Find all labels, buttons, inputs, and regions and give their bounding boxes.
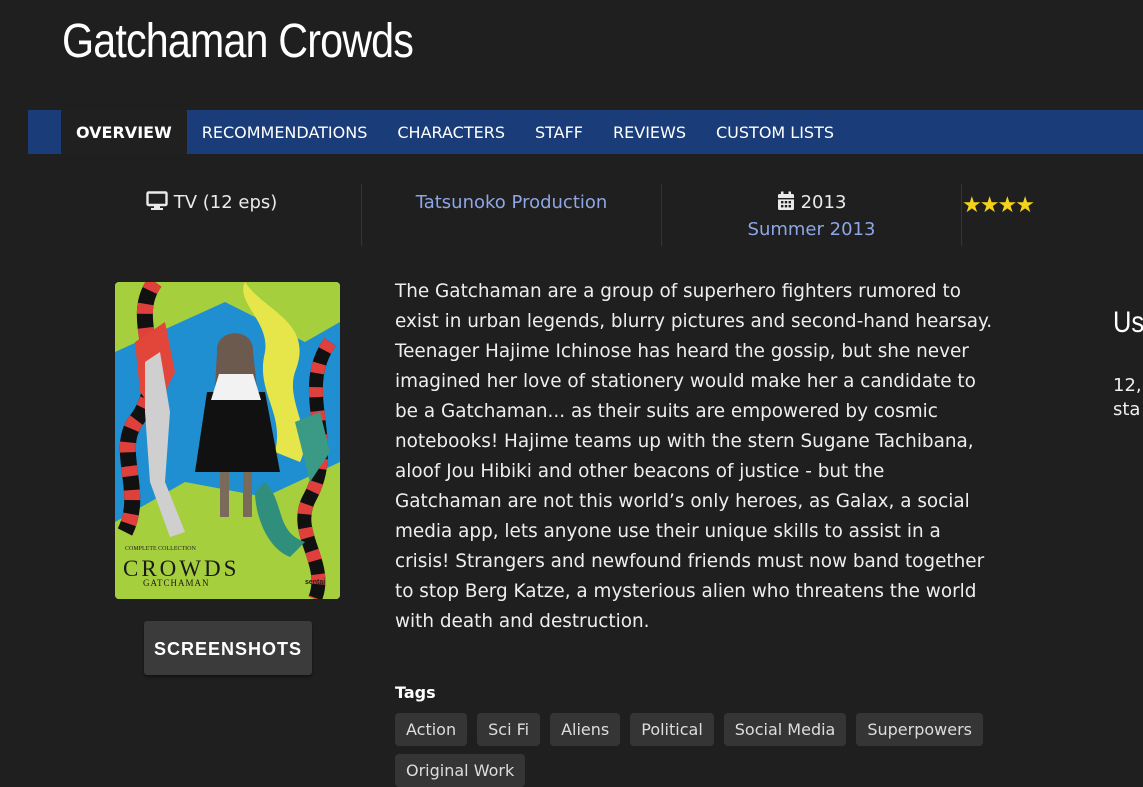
cover-logo-sub: GATCHAMAN: [143, 578, 210, 588]
tags-heading: Tags: [395, 683, 436, 702]
star-icon: ★: [962, 193, 982, 218]
side-panel-heading: Us: [1113, 306, 1143, 339]
tag-action[interactable]: Action: [395, 713, 468, 746]
tag-aliens[interactable]: Aliens: [550, 713, 621, 746]
info-rating: ★★★★: [962, 184, 1143, 246]
synopsis: The Gatchaman are a group of superhero f…: [395, 281, 993, 632]
cover-logo-small: COMPLETE COLLECTION: [125, 546, 196, 552]
screenshots-button[interactable]: SCREENSHOTS: [144, 621, 312, 675]
tv-icon: [146, 191, 168, 218]
rating-stars: ★★★★: [962, 193, 1143, 218]
cover-image: COMPLETE COLLECTION CROWDS GATCHAMAN sen…: [115, 282, 340, 599]
cover-publisher: sentai: [305, 579, 325, 586]
season-link[interactable]: Summer 2013: [748, 219, 876, 240]
calendar-icon: [777, 191, 795, 218]
side-panel-line: 12,: [1113, 375, 1142, 396]
info-studio: Tatsunoko Production: [362, 184, 662, 246]
tag-list: Action Sci Fi Aliens Political Social Me…: [395, 713, 1015, 787]
main-nav: OVERVIEW RECOMMENDATIONS CHARACTERS STAF…: [28, 110, 1143, 154]
info-type: TV (12 eps): [62, 184, 362, 246]
tab-reviews[interactable]: REVIEWS: [598, 110, 701, 154]
star-icon: ★: [1015, 193, 1035, 218]
info-bar: TV (12 eps) Tatsunoko Production 2013 Su…: [62, 184, 1143, 246]
page-title: Gatchaman Crowds: [62, 15, 414, 68]
tab-recommendations[interactable]: RECOMMENDATIONS: [187, 110, 383, 154]
tag-original-work[interactable]: Original Work: [395, 754, 526, 787]
side-panel-line: sta: [1113, 399, 1141, 420]
tag-social-media[interactable]: Social Media: [723, 713, 847, 746]
tag-superpowers[interactable]: Superpowers: [856, 713, 984, 746]
info-date: 2013 Summer 2013: [662, 184, 962, 246]
tab-overview[interactable]: OVERVIEW: [61, 110, 187, 154]
side-panel-text: 12, sta: [1113, 374, 1142, 422]
tab-custom-lists[interactable]: CUSTOM LISTS: [701, 110, 849, 154]
star-icon: ★: [979, 193, 1000, 218]
star-icon: ★: [997, 193, 1017, 218]
year-text: 2013: [800, 192, 847, 213]
tag-political[interactable]: Political: [630, 713, 714, 746]
tab-staff[interactable]: STAFF: [520, 110, 598, 154]
type-text: TV (12 eps): [173, 192, 278, 213]
tag-sci-fi[interactable]: Sci Fi: [477, 713, 541, 746]
tab-characters[interactable]: CHARACTERS: [382, 110, 520, 154]
studio-link[interactable]: Tatsunoko Production: [416, 192, 608, 213]
